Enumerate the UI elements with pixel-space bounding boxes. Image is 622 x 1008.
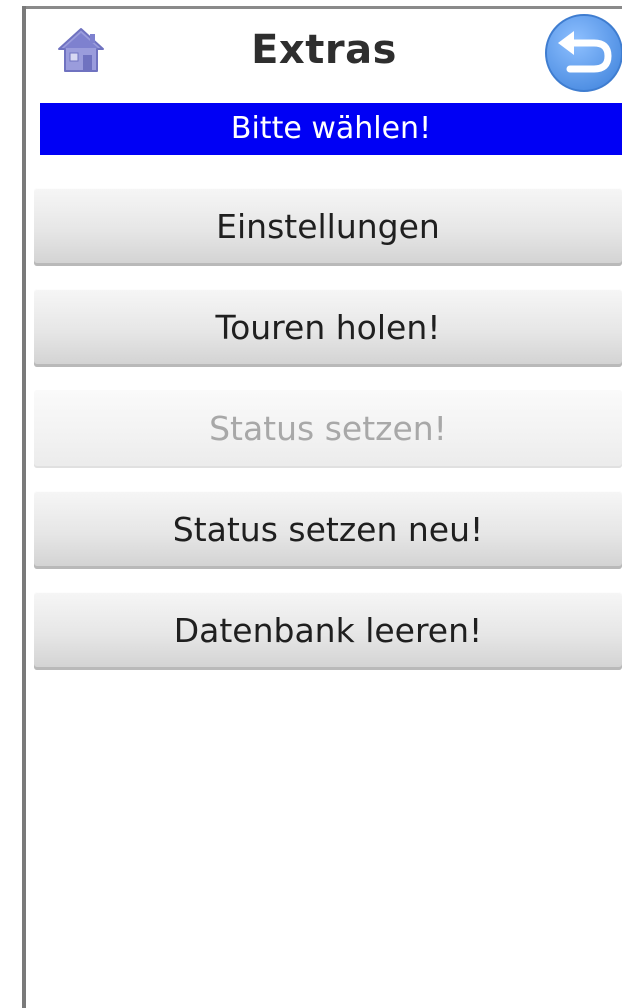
- back-arrow-icon: [545, 14, 622, 92]
- settings-button[interactable]: Einstellungen: [34, 188, 622, 266]
- app-screen: Extras Bitte wählen! Einstellungen Toure…: [0, 0, 622, 1008]
- set-status-button[interactable]: Status setzen!: [34, 390, 622, 468]
- menu-list: Einstellungen Touren holen! Status setze…: [34, 188, 622, 693]
- set-status-new-button[interactable]: Status setzen neu!: [34, 491, 622, 569]
- header-bar: Extras: [26, 9, 622, 101]
- page-title: Extras: [251, 27, 397, 73]
- back-button[interactable]: [544, 13, 622, 93]
- status-banner: Bitte wählen!: [40, 103, 622, 155]
- window-border-left: [22, 6, 26, 1008]
- clear-database-button[interactable]: Datenbank leeren!: [34, 592, 622, 670]
- fetch-tours-button[interactable]: Touren holen!: [34, 289, 622, 367]
